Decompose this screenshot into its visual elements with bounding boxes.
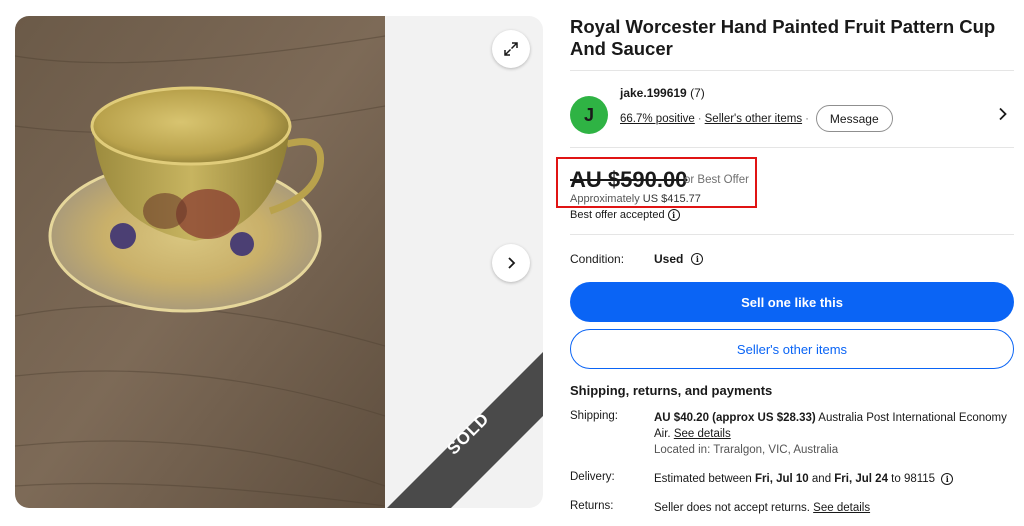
- avatar[interactable]: J: [570, 96, 608, 134]
- seller-other-items-link[interactable]: Seller's other items: [705, 113, 802, 125]
- shipping-see-details-link[interactable]: See details: [674, 428, 731, 440]
- price: AU $590.00: [570, 167, 688, 192]
- shipping-table: Shipping: AU $40.20 (approx US $28.33) A…: [570, 410, 1014, 516]
- info-icon[interactable]: i: [691, 253, 704, 265]
- feedback-count: (7): [690, 86, 705, 100]
- expand-icon: [504, 42, 518, 56]
- seller-links: 66.7% positive · Seller's other items · …: [620, 105, 893, 132]
- condition-value: Used i: [654, 252, 704, 266]
- image-gallery: SOLD: [15, 16, 543, 508]
- sell-one-like-this-button[interactable]: Sell one like this: [570, 282, 1014, 322]
- seller-username[interactable]: jake.199619: [620, 86, 687, 100]
- sold-label: SOLD: [443, 408, 494, 459]
- approx-value: US $415.77: [642, 193, 701, 205]
- delivery-prefix: Estimated between: [654, 473, 756, 485]
- info-icon[interactable]: i: [667, 209, 680, 221]
- best-offer-accepted: Best offer accepted i: [570, 209, 680, 221]
- returns-row: Returns: Seller does not accept returns.…: [570, 500, 1014, 516]
- returns-label: Returns:: [570, 500, 614, 512]
- seller-name[interactable]: jake.199619 (7): [620, 86, 705, 100]
- product-photo[interactable]: [15, 16, 385, 508]
- approx-price: Approximately US $415.77: [570, 193, 701, 205]
- condition-label: Condition:: [570, 252, 625, 266]
- next-image-button[interactable]: [492, 244, 530, 282]
- seller-card[interactable]: J jake.199619 (7) 66.7% positive · Selle…: [570, 81, 1014, 147]
- seller-other-items-button[interactable]: Seller's other items: [570, 329, 1014, 369]
- delivery-date-start: Fri, Jul 10: [755, 473, 809, 485]
- condition-row: Condition: Used i: [570, 235, 1014, 281]
- item-location: Located in: Traralgon, VIC, Australia: [654, 444, 839, 456]
- approx-prefix: Approximately: [570, 193, 640, 205]
- seller-chevron-icon[interactable]: [998, 105, 1008, 126]
- returns-see-details-link[interactable]: See details: [813, 502, 870, 514]
- shipping-heading: Shipping, returns, and payments: [570, 383, 773, 398]
- delivery-date-end: Fri, Jul 24: [834, 473, 888, 485]
- returns-value: Seller does not accept returns. See deta…: [654, 500, 1014, 516]
- condition-value-text: Used: [654, 252, 684, 266]
- price-section: AU $590.00 or Best Offer Approximately U…: [556, 157, 1014, 234]
- divider: [570, 70, 1014, 71]
- shipping-cost: AU $40.20 (approx US $28.33): [654, 412, 816, 424]
- listing-title: Royal Worcester Hand Painted Fruit Patte…: [570, 16, 996, 59]
- best-offer-accepted-label: Best offer accepted: [570, 209, 665, 221]
- or-best-offer: or Best Offer: [684, 174, 749, 186]
- shipping-value: AU $40.20 (approx US $28.33) Australia P…: [654, 410, 1014, 458]
- delivery-suffix: to 98115: [887, 473, 936, 485]
- delivery-value: Estimated between Fri, Jul 10 and Fri, J…: [654, 471, 1014, 487]
- returns-text: Seller does not accept returns.: [654, 502, 814, 514]
- separator: ·: [697, 112, 702, 125]
- delivery-row: Delivery: Estimated between Fri, Jul 10 …: [570, 471, 1014, 487]
- listing-details: Royal Worcester Hand Painted Fruit Patte…: [556, 16, 1014, 526]
- divider: [570, 147, 1014, 148]
- shipping-label: Shipping:: [570, 410, 618, 422]
- delivery-and: and: [808, 473, 835, 485]
- chevron-right-icon: [508, 257, 516, 269]
- positive-feedback-link[interactable]: 66.7% positive: [620, 113, 695, 125]
- expand-button[interactable]: [492, 30, 530, 68]
- separator: ·: [805, 112, 809, 125]
- delivery-label: Delivery:: [570, 471, 615, 483]
- message-button[interactable]: Message: [815, 105, 893, 132]
- shipping-row: Shipping: AU $40.20 (approx US $28.33) A…: [570, 410, 1014, 458]
- info-icon[interactable]: i: [941, 473, 954, 485]
